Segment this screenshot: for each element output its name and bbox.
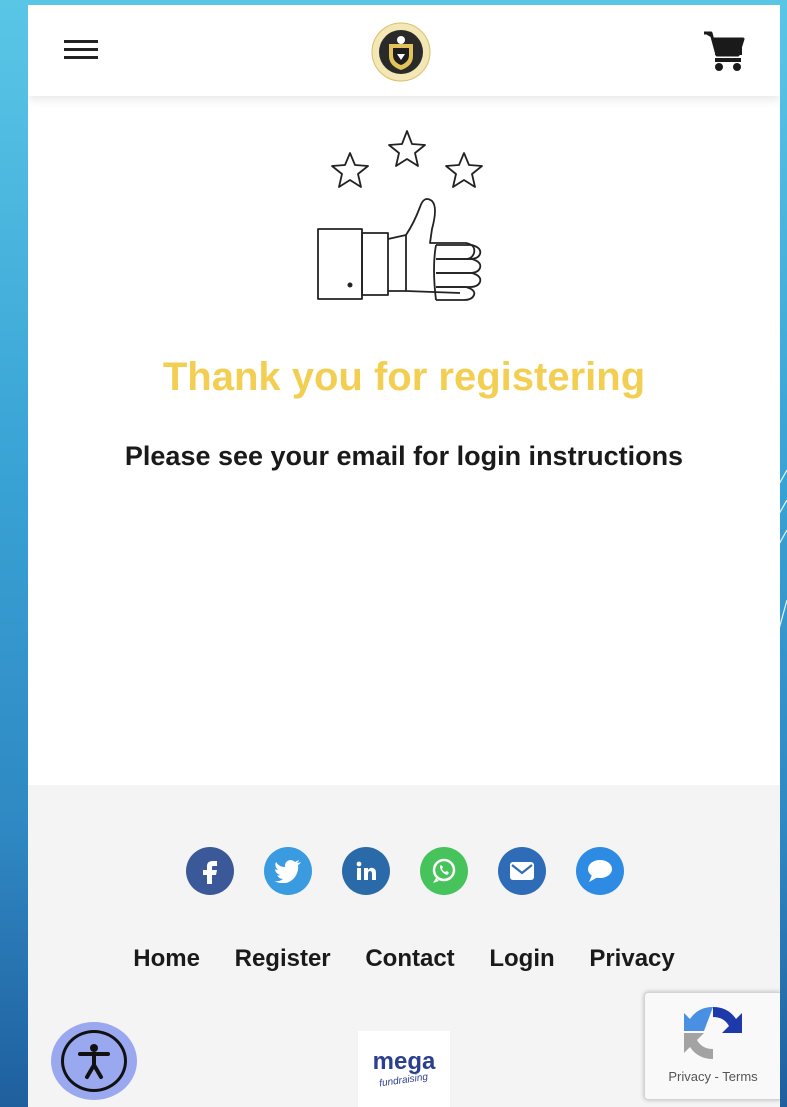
school-crest-logo[interactable] — [371, 22, 431, 82]
accessibility-button[interactable] — [51, 1022, 137, 1100]
page-title: Thank you for registering — [162, 355, 646, 399]
shopping-cart-icon[interactable] — [702, 29, 746, 73]
footer-link-privacy[interactable]: Privacy — [589, 945, 674, 972]
twitter-icon[interactable] — [264, 847, 312, 895]
hamburger-menu-icon[interactable] — [62, 35, 102, 65]
whatsapp-icon[interactable] — [420, 847, 468, 895]
footer-link-register[interactable]: Register — [235, 945, 331, 972]
recaptcha-badge[interactable]: Privacy - Terms — [644, 992, 780, 1100]
login-instructions-text: Please see your email for login instruct… — [124, 441, 684, 471]
footer-link-login[interactable]: Login — [489, 945, 554, 972]
footer-navigation: Home Register Contact Login Privacy — [28, 945, 780, 973]
recaptcha-privacy-terms[interactable]: Privacy - Terms — [645, 1069, 780, 1084]
chat-icon[interactable] — [576, 847, 624, 895]
thumbs-up-three-stars-icon — [317, 130, 483, 301]
footer-link-home[interactable]: Home — [133, 945, 200, 972]
top-navigation-bar — [28, 5, 780, 96]
social-share-bar — [186, 847, 624, 895]
page-footer: Home Register Contact Login Privacy mega… — [28, 785, 780, 1107]
facebook-icon[interactable] — [186, 847, 234, 895]
email-icon[interactable] — [498, 847, 546, 895]
linkedin-icon[interactable] — [342, 847, 390, 895]
accessibility-icon — [61, 1030, 127, 1092]
recaptcha-icon — [684, 1007, 742, 1059]
mega-fundraising-logo[interactable]: mega fundraising — [358, 1031, 450, 1107]
footer-link-contact[interactable]: Contact — [365, 945, 454, 972]
mobile-page: Thank you for registering Please see you… — [28, 5, 780, 1107]
